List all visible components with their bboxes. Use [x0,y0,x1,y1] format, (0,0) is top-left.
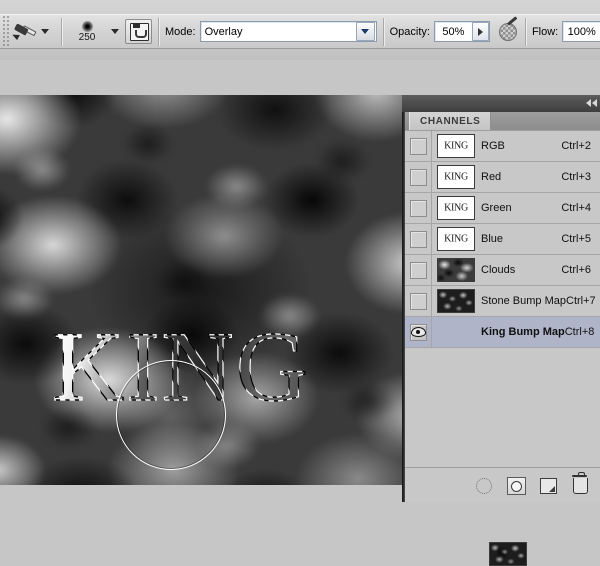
channel-row-blue[interactable]: KING Blue Ctrl+5 [405,224,600,255]
blend-mode-select[interactable]: Overlay [199,21,377,42]
brush-tip-icon [81,20,93,32]
eye-icon-off [409,230,427,248]
channel-shortcut: Ctrl+4 [561,202,591,214]
opacity-input[interactable]: 50% [433,21,490,42]
flow-input[interactable]: 100% [562,21,600,42]
channel-name: RGB [481,140,505,152]
channel-name: Green [481,202,512,214]
opacity-label: Opacity: [389,25,430,38]
channel-shortcut: Ctrl+7 [566,295,596,307]
channels-panel: CHANNELS KING RGB Ctrl+2 KING Red Ctrl+3 [402,95,600,566]
divider [524,17,526,46]
channel-row-red[interactable]: KING Red Ctrl+3 [405,162,600,193]
channel-thumbnail: KING [437,165,475,189]
chevron-down-icon[interactable] [41,29,49,34]
blend-mode-value: Overlay [204,25,243,38]
channel-name: Stone Bump Map [481,295,566,307]
eye-icon-off [409,261,427,279]
panel-header-bar [402,95,600,112]
channel-row-green[interactable]: KING Green Ctrl+4 [405,193,600,224]
collapse-arrows-icon[interactable] [586,99,597,107]
channel-shortcut: Ctrl+3 [561,171,591,183]
mode-label: Mode: [165,25,196,38]
brush-cursor-circle [116,360,226,470]
brush-size-label: 250 [78,31,96,43]
channel-name: Blue [481,233,504,245]
channel-row-rgb[interactable]: KING RGB Ctrl+2 [405,131,600,162]
eye-icon-off [409,168,427,186]
brush-panel-toggle-button[interactable] [125,19,152,44]
options-bar-grip[interactable] [1,16,10,47]
panel-tab-strip: CHANNELS [405,112,600,131]
document-canvas[interactable]: KING KING KING [0,95,402,485]
visibility-toggle[interactable] [405,255,432,285]
visibility-toggle[interactable] [405,286,432,316]
chevron-down-icon[interactable] [355,22,375,41]
visibility-toggle[interactable] [405,224,432,254]
tool-options-bar: 250 Mode: Overlay Opacity: 50% Flow: 100… [0,0,600,60]
divider [158,17,159,46]
divider [61,17,62,46]
channel-shortcut: Ctrl+6 [561,264,591,276]
eye-icon-off [409,292,427,310]
channel-name: King Bump Map [481,326,565,338]
flow-value: 100% [567,25,596,38]
visibility-toggle[interactable] [405,162,432,192]
new-channel-icon[interactable] [538,476,557,494]
channel-shortcut: Ctrl+5 [561,233,591,245]
brush-preset-picker[interactable] [10,20,55,44]
flow-label: Flow: [531,25,559,38]
airbrush-icon[interactable] [497,15,519,43]
eye-icon-off [409,199,427,217]
eye-icon-off [409,137,427,155]
channel-row-stone-bump-map[interactable]: Stone Bump Map Ctrl+7 [405,286,600,317]
photoshop-window: 250 Mode: Overlay Opacity: 50% Flow: 100… [0,0,600,566]
channels-panel-footer [405,467,600,502]
channel-row-king-bump-map[interactable]: King Bump Map Ctrl+8 [405,317,600,566]
brush-panel-icon [130,23,149,41]
opacity-value: 50% [442,25,465,38]
channel-thumbnail [437,258,475,282]
canvas-bottom-strip [0,485,402,502]
channel-name: Red [481,171,502,183]
eye-icon-on [409,323,427,341]
channel-shortcut: Ctrl+2 [561,140,591,152]
channel-name: Clouds [481,264,516,276]
channels-list: KING RGB Ctrl+2 KING Red Ctrl+3 KING Gre… [405,130,600,566]
brush-size-chevron-down-icon[interactable] [111,29,119,34]
delete-channel-icon[interactable] [570,472,588,494]
brush-size-preview[interactable]: 250 [68,20,106,43]
visibility-toggle[interactable] [405,193,432,223]
channel-thumbnail: KING [437,227,475,251]
save-selection-as-channel-icon[interactable] [506,476,526,495]
channel-thumbnail: KING [437,134,475,158]
visibility-toggle[interactable] [405,317,432,347]
channel-shortcut: Ctrl+8 [564,326,595,338]
visibility-toggle[interactable] [405,131,432,161]
tab-channels[interactable]: CHANNELS [409,112,492,130]
channel-thumbnail [437,289,475,313]
opacity-slider-arrow-icon[interactable] [471,22,489,41]
channel-row-clouds[interactable]: Clouds Ctrl+6 [405,255,600,286]
load-channel-as-selection-icon[interactable] [474,476,492,494]
channel-thumbnail [489,542,527,566]
brush-icon [10,20,37,44]
divider [382,17,384,46]
channel-thumbnail: KING [437,196,475,220]
